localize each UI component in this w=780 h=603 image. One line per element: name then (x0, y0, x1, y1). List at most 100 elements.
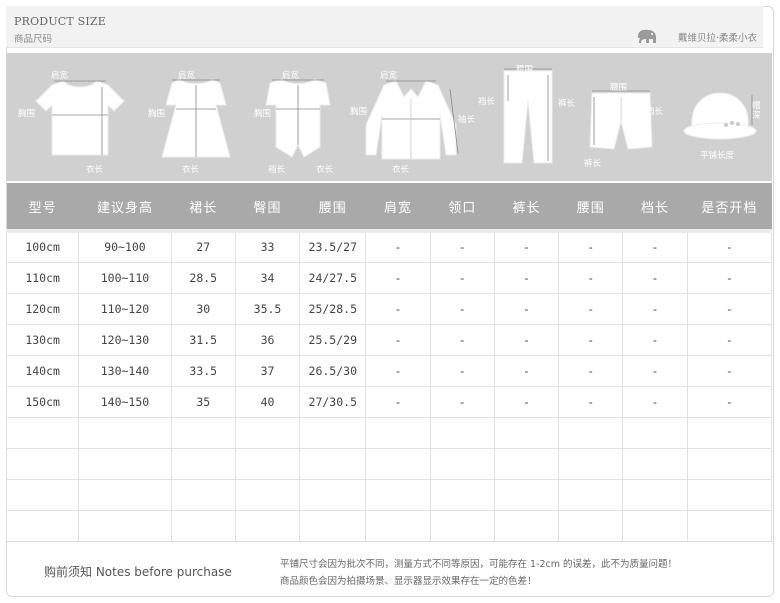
empty-cell (493, 509, 560, 542)
table-cell: 130~140 (78, 354, 172, 387)
table-cell: 110cm (5, 261, 80, 294)
empty-cell (5, 416, 80, 449)
hat-height-label: 帽深 (752, 101, 761, 121)
table-cell: 100~110 (78, 261, 172, 294)
table-cell: 120cm (5, 292, 80, 325)
table-cell: 36 (234, 323, 301, 356)
table-cell: 90~100 (78, 229, 172, 263)
header-model: 型号 (6, 183, 79, 231)
size-table-header-row: 型号 建议身高 裙长 臀围 腰围 肩宽 领口 裤长 腰围 档长 是否开档 (6, 183, 772, 231)
elephant-icon (637, 29, 656, 43)
empty-cell (686, 478, 773, 511)
table-cell: - (429, 323, 495, 356)
table-cell: - (365, 323, 431, 356)
table-cell: 100cm (5, 229, 80, 263)
empty-cell (365, 447, 431, 480)
pants-rise-label: 裆长 (478, 97, 496, 107)
empty-cell (429, 447, 495, 480)
shirt-diagram (365, 80, 459, 160)
size-table: 型号 建议身高 裙长 臀围 腰围 肩宽 领口 裤长 腰围 档长 是否开档 100… (5, 183, 773, 542)
empty-cell (234, 447, 301, 480)
table-cell: - (493, 229, 560, 263)
title-en: PRODUCT SIZE (14, 15, 106, 28)
notes-title: 购前须知 Notes before purchase (44, 565, 232, 579)
size-table-body: 100cm 90~100 27 33 23.5/27- - - - - -110cm 100~110… (5, 229, 773, 542)
table-cell: - (365, 261, 431, 294)
empty-cell (622, 478, 688, 511)
empty-cell (299, 416, 367, 449)
header-shoulder: 肩宽 (365, 183, 431, 231)
table-cell: - (429, 385, 495, 418)
shorts-waist-label: 腰围 (610, 83, 628, 93)
header-skirt-length: 裙长 (171, 183, 236, 231)
empty-cell (622, 416, 688, 449)
empty-cell (622, 447, 688, 480)
table-cell: - (493, 323, 560, 356)
empty-cell (365, 509, 431, 542)
shirt-shoulder-label: 肩宽 (380, 71, 398, 81)
table-cell: - (429, 229, 495, 263)
empty-cell (170, 478, 236, 511)
table-cell: - (558, 385, 624, 418)
table-cell: 26.5/30 (299, 354, 367, 387)
table-cell: - (686, 354, 773, 387)
dress-length-label: 衣长 (182, 165, 200, 175)
table-row: 110cm 100~110 28.5 34 24/27.5- - - - - - (5, 261, 773, 294)
table-cell: 37 (234, 354, 301, 387)
table-cell: 140~150 (78, 385, 172, 418)
pants-length-label: 裤长 (558, 99, 576, 109)
shorts-diagram (589, 90, 653, 150)
empty-cell (622, 509, 688, 542)
empty-cell (429, 509, 495, 542)
header-pants-waist: 腰围 (558, 183, 623, 231)
empty-cell (493, 416, 560, 449)
empty-cell (558, 447, 624, 480)
header-hip: 臀围 (235, 183, 300, 231)
empty-table-row (5, 447, 773, 480)
table-cell: - (622, 229, 688, 263)
table-cell: 23.5/27 (299, 229, 367, 263)
table-row: 120cm 110~120 30 35.5 25/28.5- - - - - - (5, 292, 773, 325)
empty-cell (78, 478, 172, 511)
shirt-length-label: 衣长 (392, 165, 410, 175)
empty-cell (558, 509, 624, 542)
empty-table-row (5, 509, 773, 542)
table-cell: - (493, 385, 560, 418)
table-row: 150cm 140~150 35 40 27/30.5- - - - - - (5, 385, 773, 418)
header-rise: 档长 (622, 183, 688, 231)
pants-waist-label: 腰围 (516, 65, 534, 75)
pants-diagram (503, 68, 553, 164)
header-pants-length: 裤长 (494, 183, 559, 231)
tshirt-diagram (35, 80, 125, 156)
table-cell: - (686, 385, 773, 418)
brand-name: 戴维贝拉·柔柔小衣 (677, 33, 757, 44)
empty-cell (5, 509, 80, 542)
empty-cell (5, 447, 80, 480)
table-cell: 30 (170, 292, 236, 325)
shorts-length-label: 裤长 (584, 159, 602, 169)
empty-cell (234, 416, 301, 449)
empty-cell (78, 509, 172, 542)
empty-table-row (5, 478, 773, 511)
table-cell: - (558, 261, 624, 294)
table-cell: - (622, 292, 688, 325)
header-height: 建议身高 (78, 183, 172, 231)
table-cell: - (686, 292, 773, 325)
table-cell: 27 (170, 229, 236, 263)
table-cell: - (622, 385, 688, 418)
empty-cell (429, 416, 495, 449)
shirt-sleeve-label: 袖长 (458, 115, 476, 125)
note-line-color: 商品颜色会因为拍摄场景、显示器显示效果存在一定的色差！ (280, 576, 537, 587)
header-collar: 领口 (430, 183, 495, 231)
table-cell: - (558, 354, 624, 387)
empty-cell (299, 478, 367, 511)
dress-diagram (161, 78, 231, 158)
empty-cell (558, 416, 624, 449)
table-cell: - (493, 354, 560, 387)
table-cell: - (558, 292, 624, 325)
header: PRODUCT SIZE 商品尺码 戴维贝拉·柔柔小衣 (6, 6, 763, 48)
table-cell: - (365, 354, 431, 387)
table-cell: 31.5 (170, 323, 236, 356)
table-cell: - (365, 385, 431, 418)
table-cell: - (493, 292, 560, 325)
